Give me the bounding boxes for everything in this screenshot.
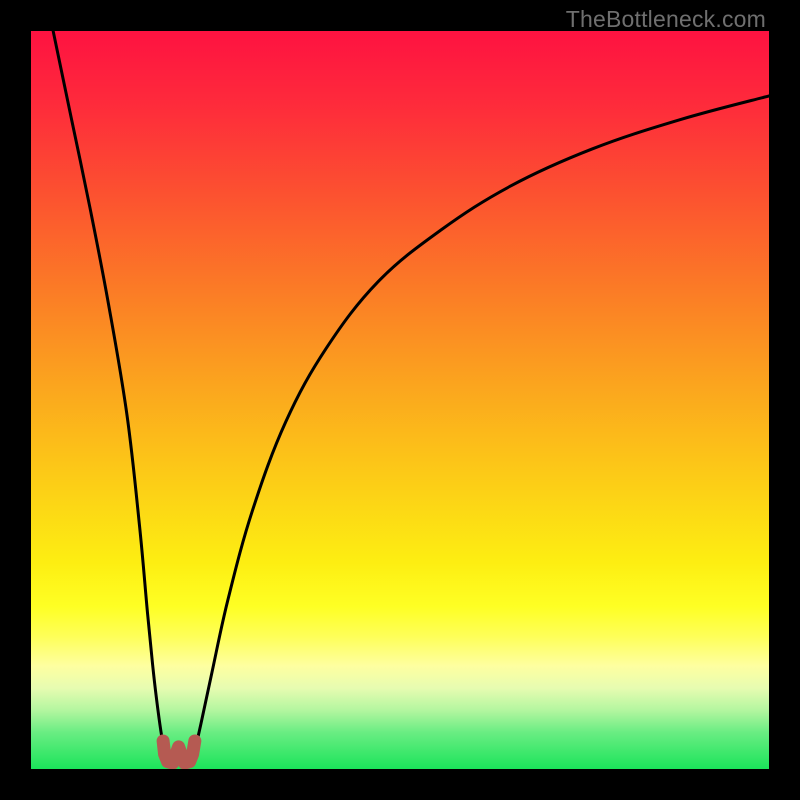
curve-left-branch	[53, 31, 164, 751]
notch-marker	[163, 741, 195, 763]
watermark-text: TheBottleneck.com	[566, 6, 766, 33]
plot-area	[31, 31, 769, 769]
chart-curves	[31, 31, 769, 769]
curve-right-branch	[195, 96, 769, 751]
outer-frame: TheBottleneck.com	[0, 0, 800, 800]
